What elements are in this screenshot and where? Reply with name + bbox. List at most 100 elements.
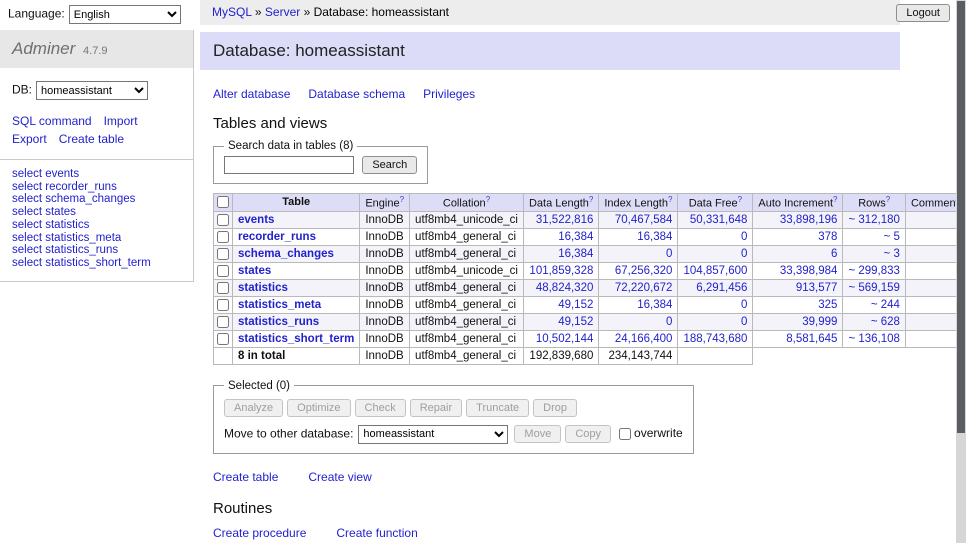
table-name-cell: recorder_runs <box>233 228 360 245</box>
move-row: Move to other database: homeassistant Move… <box>224 425 683 444</box>
rows-cell: ~ 628 <box>843 313 905 330</box>
table-body: eventsInnoDButf8mb4_unicode_ci31,522,816… <box>214 211 966 364</box>
sidebar-action-export[interactable]: Export <box>12 132 47 146</box>
auto-increment-cell: 913,577 <box>753 279 843 296</box>
checkbox-cell <box>214 330 233 347</box>
help-link[interactable]: ? <box>400 195 404 204</box>
help-link[interactable]: ? <box>833 195 837 204</box>
auto-increment-cell: 33,898,196 <box>753 211 843 228</box>
data-length-cell: 48,824,320 <box>523 279 598 296</box>
data-free-cell: 188,743,680 <box>678 330 753 347</box>
sidebar-action-sql-command[interactable]: SQL command <box>12 114 92 128</box>
sidebar-select-recorder-runs[interactable]: select recorder_runs <box>12 181 181 194</box>
rows-cell: ~ 299,833 <box>843 262 905 279</box>
row-checkbox[interactable] <box>217 316 229 328</box>
sidebar-select-events[interactable]: select events <box>12 168 181 181</box>
optimize-button[interactable]: Optimize <box>287 399 350 417</box>
search-input[interactable] <box>224 156 354 174</box>
link-create-function[interactable]: Create function <box>336 526 417 540</box>
sidebar-select-statistics[interactable]: select statistics <box>12 219 181 232</box>
data-free-cell: 50,331,648 <box>678 211 753 228</box>
drop-button[interactable]: Drop <box>533 399 577 417</box>
index-length-cell: 16,384 <box>599 296 678 313</box>
collation-cell: utf8mb4_general_ci <box>410 228 524 245</box>
help-link[interactable]: ? <box>486 195 490 204</box>
data-free-total-cell <box>678 347 753 364</box>
tables-heading: Tables and views <box>213 115 900 132</box>
checkbox-cell <box>214 211 233 228</box>
help-link[interactable]: ? <box>738 195 742 204</box>
index-length-cell: 0 <box>599 313 678 330</box>
analyze-button[interactable]: Analyze <box>224 399 283 417</box>
row-checkbox[interactable] <box>217 265 229 277</box>
column-header-data-length: Data Length? <box>523 194 598 212</box>
repair-button[interactable]: Repair <box>410 399 462 417</box>
sidebar-select-statistics-meta[interactable]: select statistics_meta <box>12 232 181 245</box>
table-row-schema_changes: schema_changesInnoDButf8mb4_general_ci16… <box>214 245 966 262</box>
move-db-select[interactable]: homeassistant <box>358 425 508 444</box>
link-create-view[interactable]: Create view <box>308 470 371 484</box>
rows-cell: ~ 3 <box>843 245 905 262</box>
table-name-cell: statistics_runs <box>233 313 360 330</box>
db-select[interactable]: homeassistant <box>36 81 148 100</box>
link-privileges[interactable]: Privileges <box>423 87 475 101</box>
sidebar-select-statistics-runs[interactable]: select statistics_runs <box>12 244 181 257</box>
sidebar-select-schema-changes[interactable]: select schema_changes <box>12 193 181 206</box>
scrollbar-thumb[interactable] <box>957 1 965 433</box>
table-row-events: eventsInnoDButf8mb4_unicode_ci31,522,816… <box>214 211 966 228</box>
column-header-index-length: Index Length? <box>599 194 678 212</box>
help-link[interactable]: ? <box>668 195 672 204</box>
copy-button[interactable]: Copy <box>565 425 611 443</box>
auto-increment-cell: 6 <box>753 245 843 262</box>
row-checkbox[interactable] <box>217 231 229 243</box>
table-link-statistics-meta[interactable]: statistics_meta <box>238 299 321 311</box>
scrollbar[interactable] <box>956 0 966 543</box>
language-select[interactable]: English <box>69 5 181 24</box>
db-action-links: Alter database Database schema Privileges <box>213 87 900 101</box>
sidebar-action-import[interactable]: Import <box>104 114 138 128</box>
link-create-table[interactable]: Create table <box>213 470 278 484</box>
table-link-statistics-short-term[interactable]: statistics_short_term <box>238 333 354 345</box>
sidebar-action-create-table[interactable]: Create table <box>59 132 124 146</box>
move-button[interactable]: Move <box>514 425 561 443</box>
index-length-cell: 0 <box>599 245 678 262</box>
auto-increment-cell: 39,999 <box>753 313 843 330</box>
data-free-cell: 0 <box>678 313 753 330</box>
search-legend: Search data in tables (8) <box>224 140 357 152</box>
row-checkbox[interactable] <box>217 248 229 260</box>
sidebar-select-statistics-short-term[interactable]: select statistics_short_term <box>12 257 181 270</box>
index-length-cell: 72,220,672 <box>599 279 678 296</box>
link-database-schema[interactable]: Database schema <box>308 87 405 101</box>
truncate-button[interactable]: Truncate <box>466 399 529 417</box>
row-checkbox[interactable] <box>217 282 229 294</box>
row-checkbox[interactable] <box>217 214 229 226</box>
row-checkbox[interactable] <box>217 333 229 345</box>
logout-button[interactable]: Logout <box>896 4 950 22</box>
table-link-statistics-runs[interactable]: statistics_runs <box>238 316 319 328</box>
sidebar-actions: SQL command Import Export Create table <box>0 110 193 160</box>
table-link-recorder-runs[interactable]: recorder_runs <box>238 231 316 243</box>
table-link-statistics[interactable]: statistics <box>238 282 288 294</box>
table-link-events[interactable]: events <box>238 214 274 226</box>
table-link-states[interactable]: states <box>238 265 271 277</box>
sidebar-select-states[interactable]: select states <box>12 206 181 219</box>
column-header-table: Table <box>233 194 360 212</box>
selected-legend: Selected (0) <box>224 380 294 392</box>
link-create-procedure[interactable]: Create procedure <box>213 526 306 540</box>
routines-heading: Routines <box>213 500 900 517</box>
help-link[interactable]: ? <box>886 195 890 204</box>
page-title: Database: homeassistant <box>200 32 900 70</box>
select-all-checkbox[interactable] <box>217 196 229 208</box>
table-link-schema-changes[interactable]: schema_changes <box>238 248 334 260</box>
link-alter-database[interactable]: Alter database <box>213 87 290 101</box>
check-button[interactable]: Check <box>355 399 406 417</box>
engine-cell: InnoDB <box>360 347 410 364</box>
help-link[interactable]: ? <box>589 195 593 204</box>
overwrite-checkbox[interactable] <box>619 428 631 440</box>
checkbox-cell <box>214 296 233 313</box>
move-label: Move to other database: <box>224 426 353 440</box>
search-button[interactable]: Search <box>362 156 417 174</box>
row-checkbox[interactable] <box>217 299 229 311</box>
app-name[interactable]: Adminer <box>12 39 75 58</box>
language-label: Language: <box>8 7 65 21</box>
